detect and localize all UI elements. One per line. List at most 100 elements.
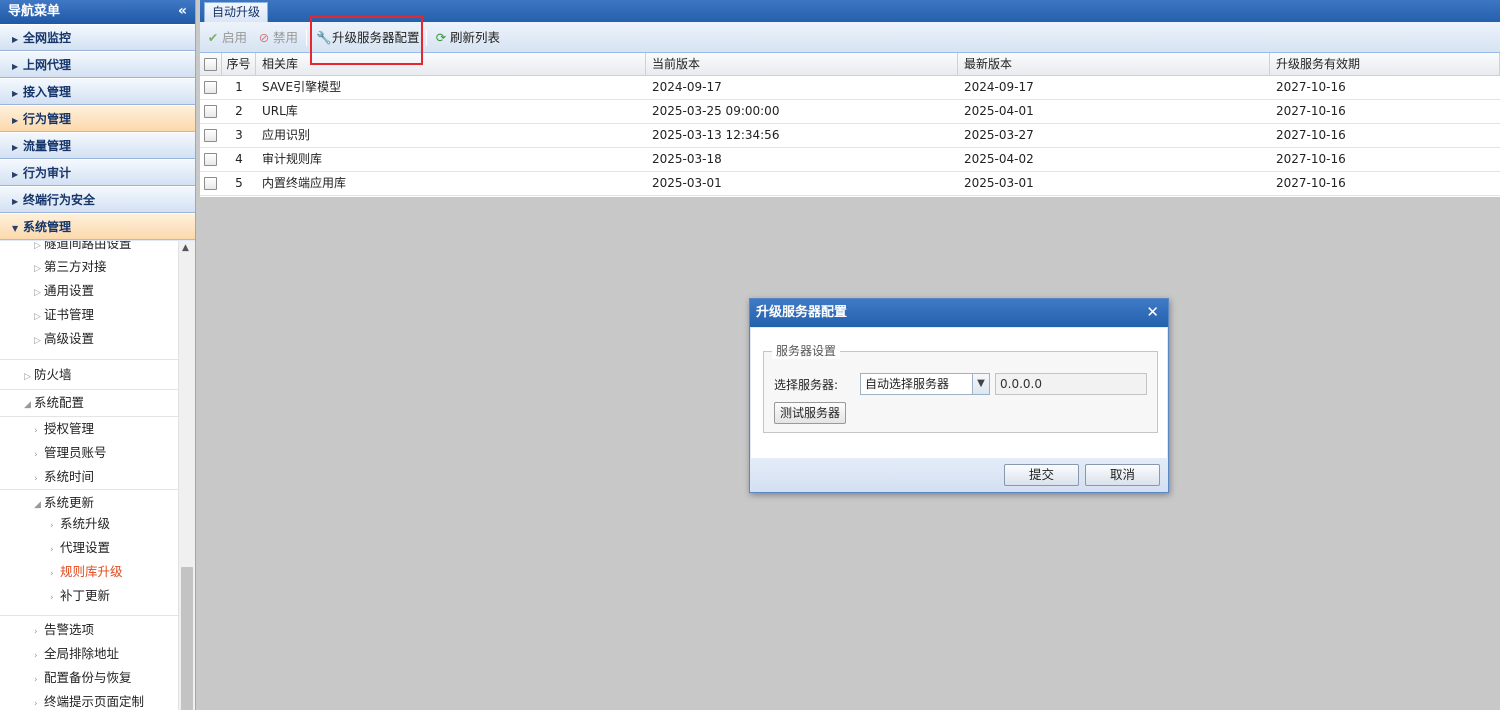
cell-library: 审计规则库 [262, 152, 323, 166]
tree-leaf-icon: › [34, 474, 38, 484]
tree-item-endpoint-page[interactable]: › 终端提示页面定制 [0, 691, 178, 710]
caret-right-icon: ▶ [12, 62, 19, 71]
row-check-cell [200, 172, 222, 195]
header-current-version[interactable]: 当前版本 [646, 53, 958, 75]
cell-latest-version: 2025-04-01 [964, 104, 1034, 118]
table-row[interactable]: 2 URL库 2025-03-25 09:00:00 2025-04-01 20… [200, 100, 1500, 124]
header-latest-version[interactable]: 最新版本 [958, 53, 1270, 75]
row-checkbox[interactable] [204, 105, 217, 118]
tree-item-label: 管理员账号 [44, 445, 107, 460]
tree-item-advanced[interactable]: ▷ 高级设置 [0, 328, 178, 350]
row-check-cell [200, 124, 222, 147]
row-checkbox[interactable] [204, 81, 217, 94]
tab-auto-upgrade[interactable]: 自动升级 [204, 2, 268, 22]
tree-item-certificates[interactable]: ▷ 证书管理 [0, 304, 178, 326]
enable-label: 启用 [222, 30, 248, 45]
row-checkbox[interactable] [204, 129, 217, 142]
caret-right-icon: ▶ [12, 197, 19, 206]
cell-current-version: 2024-09-17 [652, 80, 722, 94]
row-check-cell [200, 76, 222, 99]
fieldset-legend: 服务器设置 [772, 343, 841, 359]
tree-item-third-party[interactable]: ▷ 第三方对接 [0, 256, 178, 278]
tree-item-license[interactable]: › 授权管理 [0, 418, 178, 440]
sidebar-title: 导航菜单 [8, 4, 61, 19]
caret-right-icon: ▶ [12, 89, 19, 98]
cell-expiry: 2027-10-16 [1276, 80, 1346, 94]
tree-caret-icon: ▷ [24, 372, 31, 382]
tree-leaf-icon: › [34, 450, 38, 460]
collapse-sidebar-icon[interactable]: « [178, 0, 187, 22]
chevron-down-icon[interactable]: ▼ [972, 374, 989, 394]
category-traffic[interactable]: ▶ 流量管理 [0, 132, 195, 159]
tree-item-general-settings[interactable]: ▷ 通用设置 [0, 280, 178, 302]
tree-item-system-upgrade[interactable]: › 系统升级 [0, 513, 178, 535]
cell-no: 3 [235, 128, 243, 142]
sidebar-scrollbar[interactable]: ▲ [178, 241, 195, 710]
disable-button[interactable]: ⊘ 禁用 [257, 29, 298, 47]
category-label: 上网代理 [23, 58, 72, 72]
tree-caret-icon: ▷ [34, 264, 41, 274]
tree-item-alarm-options[interactable]: › 告警选项 [0, 619, 178, 641]
category-proxy[interactable]: ▶ 上网代理 [0, 51, 195, 78]
caret-right-icon: ▶ [12, 35, 19, 44]
tree-item-label: 防火墙 [34, 367, 72, 382]
tree-item-label: 系统时间 [44, 469, 95, 484]
row-checkbox[interactable] [204, 153, 217, 166]
refresh-list-button[interactable]: ⟳ 刷新列表 [434, 29, 500, 47]
caret-right-icon: ▶ [12, 170, 19, 179]
table-row[interactable]: 4 审计规则库 2025-03-18 2025-04-02 2027-10-16 [200, 148, 1500, 172]
sidebar-header: 导航菜单 « [0, 0, 195, 24]
tree-item-system-update[interactable]: ◢ 系统更新 [0, 492, 178, 514]
cell-current-version: 2025-03-13 12:34:56 [652, 128, 780, 142]
category-behavior[interactable]: ▶ 行为管理 [0, 105, 195, 132]
tree-leaf-icon: › [34, 426, 38, 436]
tree-leaf-icon: › [34, 699, 38, 709]
table-row[interactable]: 1 SAVE引擎模型 2024-09-17 2024-09-17 2027-10… [200, 76, 1500, 100]
category-audit[interactable]: ▶ 行为审计 [0, 159, 195, 186]
tree-caret-icon: ▷ [34, 312, 41, 322]
category-label: 系统管理 [23, 220, 72, 234]
tree-item-global-exclude[interactable]: › 全局排除地址 [0, 643, 178, 665]
scrollbar-thumb[interactable] [181, 567, 193, 710]
refresh-label: 刷新列表 [450, 30, 501, 45]
table-row[interactable]: 5 内置终端应用库 2025-03-01 2025-03-01 2027-10-… [200, 172, 1500, 196]
tree-item-label: 配置备份与恢复 [44, 670, 132, 685]
server-select[interactable]: 自动选择服务器 ▼ [860, 373, 990, 395]
tree-item-patch-update[interactable]: › 补丁更新 [0, 585, 178, 607]
tree-item-label: 规则库升级 [60, 564, 123, 579]
category-label: 流量管理 [23, 139, 72, 153]
tree-item-label: 隧道间路由设置 [44, 241, 132, 251]
category-system[interactable]: ▼ 系统管理 [0, 213, 195, 240]
category-network-monitor[interactable]: ▶ 全网监控 [0, 24, 195, 51]
tree-item-admin-accounts[interactable]: › 管理员账号 [0, 442, 178, 464]
category-label: 行为审计 [23, 166, 72, 180]
highlight-annotation [310, 16, 423, 65]
tree-item-rule-library-upgrade[interactable]: › 规则库升级 [0, 561, 178, 583]
scroll-up-icon[interactable]: ▲ [182, 243, 189, 253]
category-endpoint-security[interactable]: ▶ 终端行为安全 [0, 186, 195, 213]
tree-item-tunnel-routing[interactable]: ▷ 隧道间路由设置 [0, 241, 178, 255]
close-icon[interactable]: ✕ [1146, 299, 1159, 325]
tree-item-system-config[interactable]: ◢ 系统配置 [0, 392, 178, 414]
tree-item-label: 系统更新 [44, 495, 95, 510]
tree-item-label: 授权管理 [44, 421, 95, 436]
select-server-label: 选择服务器: [774, 378, 839, 392]
row-checkbox[interactable] [204, 177, 217, 190]
tree-expanded-icon: ◢ [24, 400, 31, 410]
tree-item-backup-restore[interactable]: › 配置备份与恢复 [0, 667, 178, 689]
server-ip-input[interactable]: 0.0.0.0 [995, 373, 1147, 395]
category-access[interactable]: ▶ 接入管理 [0, 78, 195, 105]
tree-item-proxy-settings[interactable]: › 代理设置 [0, 537, 178, 559]
header-no[interactable]: 序号 [222, 53, 256, 75]
submit-button[interactable]: 提交 [1004, 464, 1079, 486]
dialog-title-bar[interactable]: 升级服务器配置 ✕ [750, 299, 1168, 327]
select-all-checkbox[interactable] [204, 58, 217, 71]
table-row[interactable]: 3 应用识别 2025-03-13 12:34:56 2025-03-27 20… [200, 124, 1500, 148]
tree-item-system-time[interactable]: › 系统时间 [0, 466, 178, 488]
tree-item-label: 通用设置 [44, 283, 95, 298]
test-server-button[interactable]: 测试服务器 [774, 402, 846, 424]
header-expiry[interactable]: 升级服务有效期 [1270, 53, 1500, 75]
tree-item-firewall[interactable]: ▷ 防火墙 [0, 364, 178, 386]
enable-button[interactable]: ✔ 启用 [206, 29, 247, 47]
cancel-button[interactable]: 取消 [1085, 464, 1160, 486]
